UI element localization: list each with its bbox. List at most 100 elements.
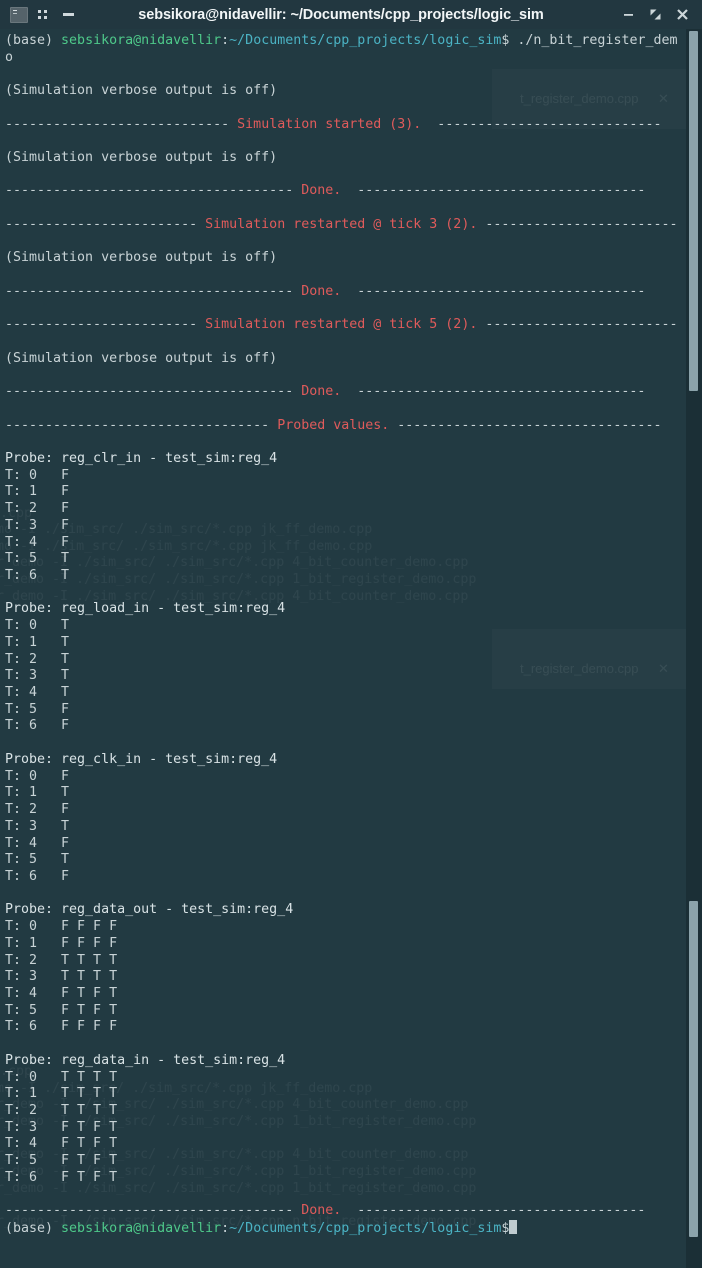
banner-text: Probed values. bbox=[277, 417, 390, 433]
banner-text: Simulation started (3). bbox=[237, 116, 422, 132]
verbose-status-line: (Simulation verbose output is off) bbox=[5, 150, 278, 166]
probe-header: Probe: reg_data_out - test_sim:reg_4 bbox=[5, 902, 294, 918]
probe-row: T: 3 T T T T bbox=[5, 969, 118, 985]
banner-dash-right: ------------------------------------ bbox=[341, 1203, 646, 1219]
prompt-command: ./n_bit_register_dem bbox=[509, 33, 678, 48]
banner-dash-left: ------------------------ bbox=[5, 216, 206, 232]
probe-row: T: 6 F bbox=[5, 868, 70, 884]
banner-text: Done. bbox=[301, 283, 342, 299]
banner-restart-tick-5: ------------------------ Simulation rest… bbox=[5, 317, 690, 334]
banner-text: Simulation restarted @ tick 5 (2). bbox=[205, 317, 478, 333]
prompt-path: ~/Documents/cpp_projects/logic_sim bbox=[229, 1221, 502, 1237]
banner-dash-right: ------------------------------------ bbox=[341, 183, 646, 199]
prompt-path: ~/Documents/cpp_projects/logic_sim bbox=[229, 33, 502, 48]
probe-row: T: 4 F T F T bbox=[5, 1136, 118, 1152]
probe-row: T: 4 T bbox=[5, 685, 70, 701]
banner-text: Done. bbox=[301, 183, 342, 199]
probe-row: T: 1 F bbox=[5, 484, 70, 500]
final-prompt-line[interactable]: (base) sebsikora@nidavellir:~/Documents/… bbox=[5, 1220, 690, 1237]
probe-header: Probe: reg_load_in - test_sim:reg_4 bbox=[5, 601, 286, 617]
probe-row: T: 2 T T T T bbox=[5, 1103, 118, 1118]
terminal-body[interactable]: t_register_demo.cpp ✕ t_register_demo.cp… bbox=[0, 29, 702, 1268]
probe-row: T: 2 T bbox=[5, 651, 70, 667]
probe-row: T: 3 F T F T bbox=[5, 1119, 118, 1135]
banner-done-1: ------------------------------------ Don… bbox=[5, 183, 690, 200]
banner-text: Done. bbox=[301, 1203, 342, 1219]
prompt-line: (base) sebsikora@nidavellir:~/Documents/… bbox=[5, 33, 690, 50]
probe-row: T: 2 F bbox=[5, 501, 70, 517]
probe-header: Probe: reg_clk_in - test_sim:reg_4 bbox=[5, 751, 278, 767]
probe-row: T: 1 T bbox=[5, 634, 70, 650]
minimize-button[interactable] bbox=[622, 8, 635, 21]
probe-row: T: 6 F F F F bbox=[5, 1019, 118, 1035]
banner-dash-right: ------------------------ bbox=[477, 216, 678, 232]
terminal-window: sebsikora@nidavellir: ~/Documents/cpp_pr… bbox=[0, 0, 702, 1268]
banner-text: Simulation restarted @ tick 3 (2). bbox=[205, 216, 478, 232]
banner-dash-left: ------------------------ bbox=[5, 317, 206, 333]
window-titlebar: sebsikora@nidavellir: ~/Documents/cpp_pr… bbox=[0, 0, 702, 29]
verbose-status-line: (Simulation verbose output is off) bbox=[5, 83, 278, 99]
probe-row: T: 4 F bbox=[5, 534, 70, 550]
probe-row: T: 5 F bbox=[5, 701, 70, 717]
text-cursor[interactable] bbox=[509, 1220, 518, 1235]
banner-dash-left: ------------------------------------ bbox=[5, 384, 302, 400]
banner-dash-left: ------------------------------------ bbox=[5, 1203, 302, 1219]
titlebar-left-controls bbox=[6, 6, 74, 23]
banner-dash-left: ------------------------------------ bbox=[5, 283, 302, 299]
maximize-button[interactable] bbox=[649, 8, 662, 21]
prompt-dollar: $ bbox=[501, 1221, 510, 1237]
prompt-colon: : bbox=[221, 33, 230, 48]
terminal-icon bbox=[10, 6, 28, 23]
close-button[interactable] bbox=[676, 8, 689, 21]
dash-icon[interactable] bbox=[63, 13, 74, 16]
scrollbar-thumb-lower[interactable] bbox=[689, 901, 698, 1237]
window-controls bbox=[622, 8, 696, 21]
probe-row: T: 1 F F F F bbox=[5, 935, 118, 951]
banner-text: Done. bbox=[301, 384, 342, 400]
probe-row: T: 1 T T T T bbox=[5, 1086, 118, 1102]
banner-done-3: ------------------------------------ Don… bbox=[5, 384, 690, 401]
probe-row: T: 5 T bbox=[5, 852, 70, 868]
probe-row: T: 0 T bbox=[5, 618, 70, 634]
probe-row: T: 3 F bbox=[5, 517, 70, 533]
banner-restart-tick-3: ------------------------ Simulation rest… bbox=[5, 217, 690, 234]
probe-row: T: 0 F bbox=[5, 768, 70, 784]
probe-row: T: 0 T T T T bbox=[5, 1069, 118, 1085]
banner-dash-left: --------------------------------- bbox=[5, 417, 278, 433]
prompt-user-host: sebsikora@nidavellir bbox=[61, 33, 222, 48]
probe-row: T: 3 T bbox=[5, 818, 70, 834]
prompt-user-host: sebsikora@nidavellir bbox=[61, 1221, 222, 1237]
probe-row: T: 1 T bbox=[5, 785, 70, 801]
grid-dots-icon[interactable] bbox=[38, 9, 49, 20]
banner-dash-right: ------------------------------------ bbox=[341, 384, 646, 400]
banner-probed-values: --------------------------------- Probed… bbox=[5, 418, 690, 435]
banner-dash-right: --------------------------------- bbox=[389, 417, 662, 433]
banner-dash-right: ---------------------------- bbox=[421, 116, 662, 132]
scrollbar-thumb-upper[interactable] bbox=[689, 31, 698, 391]
probe-header: Probe: reg_clr_in - test_sim:reg_4 bbox=[5, 450, 278, 466]
banner-dash-left: ---------------------------- bbox=[5, 116, 238, 132]
terminal-screen: (base) sebsikora@nidavellir:~/Documents/… bbox=[0, 29, 690, 1237]
prompt-env: (base) bbox=[5, 1221, 62, 1237]
probe-header: Probe: reg_data_in - test_sim:reg_4 bbox=[5, 1052, 286, 1068]
probe-row: T: 0 F bbox=[5, 467, 70, 483]
probe-row: T: 6 F bbox=[5, 718, 70, 734]
terminal-scrollbar[interactable] bbox=[686, 29, 702, 1268]
banner-dash-left: ------------------------------------ bbox=[5, 183, 302, 199]
probe-row: T: 3 T bbox=[5, 668, 70, 684]
probe-row: T: 6 F T F T bbox=[5, 1169, 118, 1185]
